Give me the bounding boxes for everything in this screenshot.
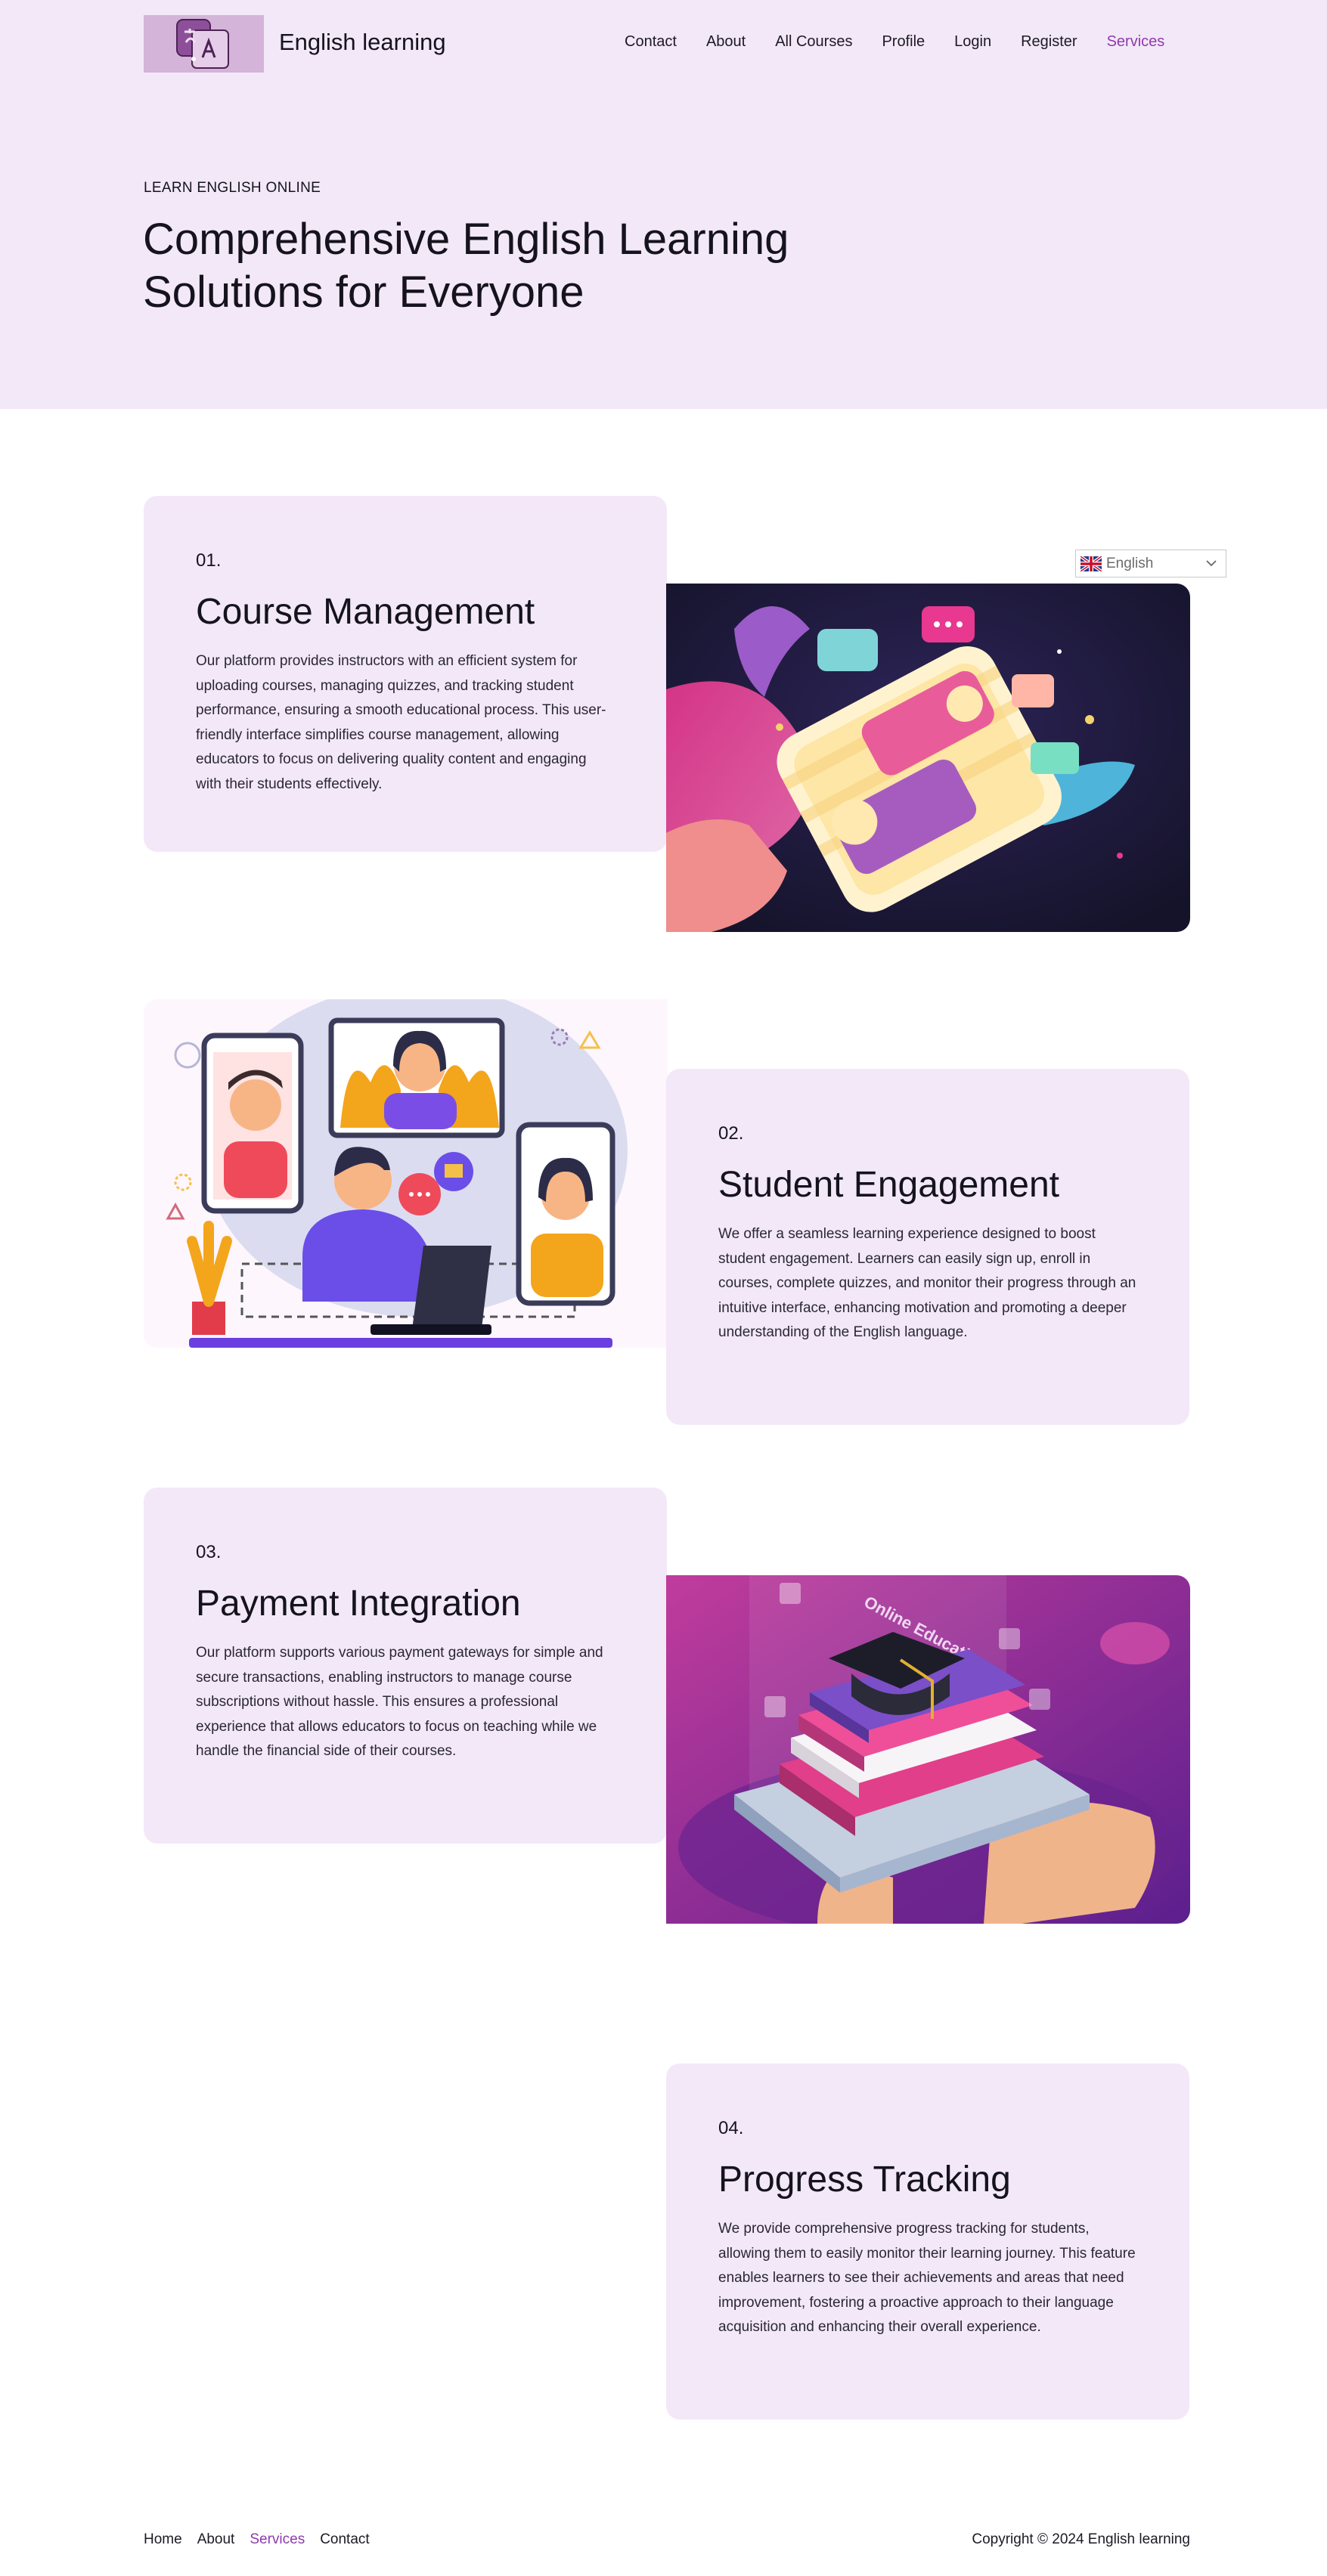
feature-title: Payment Integration [196, 1584, 521, 1624]
copyright-text: Copyright © 2024 English learning [972, 2531, 1190, 2547]
feature-title: Progress Tracking [718, 2160, 1011, 2200]
video-call-illustration [144, 999, 668, 1348]
hero-eyebrow: LEARN ENGLISH ONLINE [144, 180, 321, 196]
feature-card-student-engagement: 02. Student Engagement We offer a seamle… [666, 1069, 1189, 1425]
uk-flag-icon [1081, 556, 1102, 571]
site-logo[interactable] [144, 15, 264, 73]
footer-link-services[interactable]: Services [250, 2531, 305, 2548]
nav-all-courses[interactable]: All Courses [775, 33, 852, 51]
footer-link-about[interactable]: About [197, 2531, 235, 2548]
nav-services[interactable]: Services [1107, 33, 1165, 51]
main-nav: Contact About All Courses Profile Login … [625, 33, 1164, 51]
feature-description: We offer a seamless learning experience … [718, 1226, 1136, 1340]
hero-heading: Comprehensive English Learning Solutions… [143, 215, 789, 317]
footer-link-contact[interactable]: Contact [320, 2531, 369, 2548]
feature-description: We provide comprehensive progress tracki… [718, 2221, 1136, 2335]
nav-contact[interactable]: Contact [625, 33, 677, 51]
site-title[interactable]: English learning [279, 29, 446, 56]
translate-icon [144, 15, 264, 73]
language-selector-value: English [1106, 555, 1154, 571]
nav-register[interactable]: Register [1021, 33, 1077, 51]
feature-number: 04. [718, 2118, 744, 2138]
chevron-down-icon [1206, 560, 1217, 567]
feature-number: 03. [196, 1542, 222, 1562]
feature-card-course-management: 01. Course Management Our platform provi… [144, 496, 667, 852]
feature-title: Student Engagement [718, 1165, 1060, 1205]
hero-section: English learning Contact About All Cours… [0, 0, 1327, 409]
feature-number: 02. [718, 1123, 744, 1144]
feature-description: Our platform supports various payment ga… [196, 1645, 603, 1759]
feature-number: 01. [196, 550, 222, 571]
nav-about[interactable]: About [706, 33, 746, 51]
footer-nav: Home About Services Contact [144, 2531, 385, 2548]
feature-card-progress-tracking: 04. Progress Tracking We provide compreh… [666, 2064, 1189, 2420]
phone-chat-illustration [666, 584, 1190, 932]
feature-description: Our platform provides instructors with a… [196, 653, 606, 792]
feature-card-payment-integration: 03. Payment Integration Our platform sup… [144, 1488, 667, 1844]
feature-title: Course Management [196, 592, 535, 632]
nav-profile[interactable]: Profile [882, 33, 925, 51]
language-selector[interactable]: English [1075, 550, 1226, 577]
nav-login[interactable]: Login [954, 33, 991, 51]
footer-link-home[interactable]: Home [144, 2531, 182, 2548]
online-education-illustration: Online Education [666, 1575, 1190, 1924]
